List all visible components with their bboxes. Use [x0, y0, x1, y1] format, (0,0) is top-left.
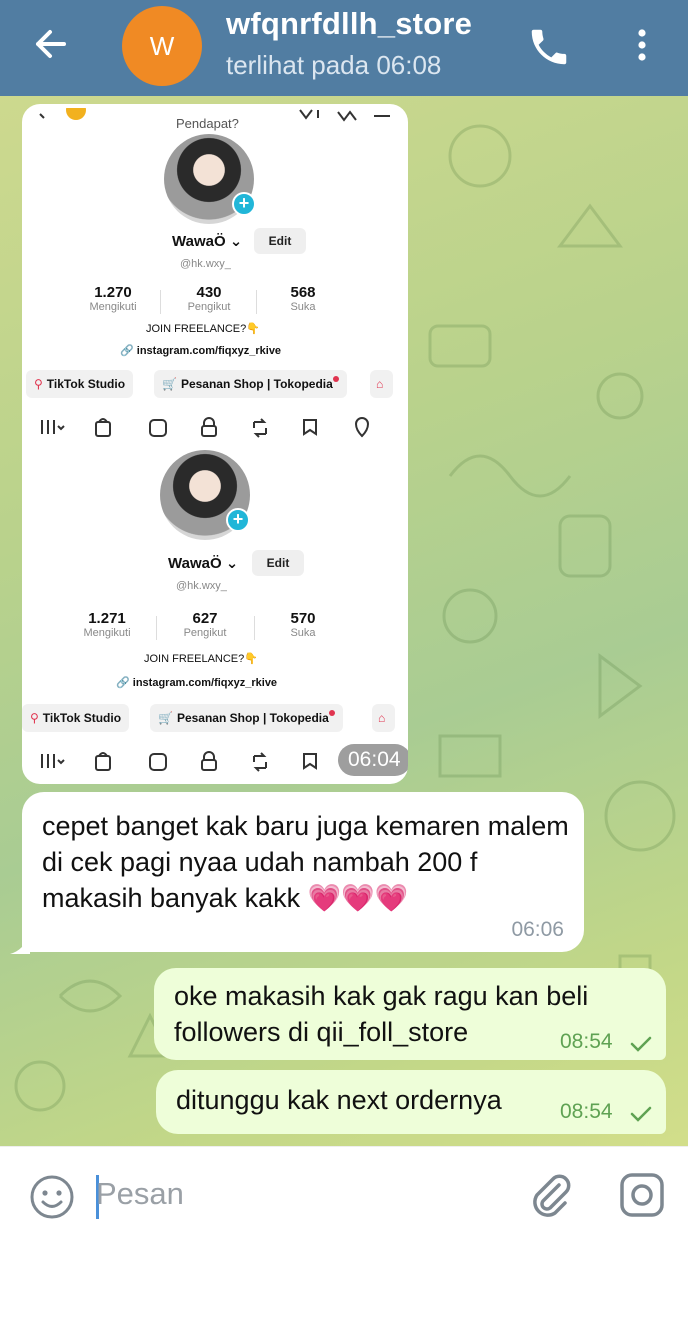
profile-name: WawaÖ ⌄: [172, 233, 243, 250]
avatar-letter: W: [149, 30, 175, 61]
emoji-icon[interactable]: [28, 1173, 76, 1221]
message-time: 08:54: [560, 1100, 613, 1123]
profile-bio: JOIN FREELANCE?👇: [146, 323, 260, 335]
profile-screenshot-bottom: + WawaÖ ⌄ Edit @hk.wxy_ 1.271 Mengikuti …: [22, 434, 408, 784]
read-check-icon: [630, 1036, 652, 1052]
stat-following: 1.270 Mengikuti: [89, 284, 137, 313]
paperclip-icon[interactable]: [526, 1171, 574, 1221]
profile-screenshot-top: Pendapat? + WawaÖ ⌄ Edit @hk.wxy_ 1.270 …: [22, 104, 408, 444]
profile-link: 🔗 instagram.com/fiqxyz_rkive: [116, 677, 278, 689]
stat-followers: 430 Pengikut: [187, 284, 231, 313]
profile-handle: @hk.wxy_: [180, 258, 231, 270]
chip-tiktok-studio: ⚲ TikTok Studio: [26, 370, 134, 398]
chip-more: ⌂: [370, 370, 394, 398]
outgoing-message[interactable]: oke makasih kak gak ragu kan beli follow…: [154, 968, 666, 1060]
chip-tiktok-studio: ⚲ TikTok Studio: [22, 704, 130, 732]
message-time: 08:54: [560, 1030, 613, 1053]
read-check-icon: [630, 1106, 652, 1122]
chip-tokopedia: 🛒 Pesanan Shop | Tokopedia: [154, 370, 347, 398]
stat-following: 1.271 Mengikuti: [83, 610, 131, 639]
last-seen-status: terlihat pada 06:08: [226, 50, 442, 80]
contact-avatar[interactable]: W: [122, 6, 202, 86]
message-text: cepet banget kak baru juga kemaren malem…: [42, 811, 569, 913]
chat-title[interactable]: wfqnrfdllh_store: [226, 6, 472, 42]
profile-bio: JOIN FREELANCE?👇: [144, 653, 258, 665]
profile-handle: @hk.wxy_: [176, 580, 227, 592]
top-right-icons: [299, 109, 390, 122]
message-input-bar: [0, 1146, 688, 1242]
edit-profile-button: Edit: [254, 228, 306, 254]
edit-profile-button: Edit: [252, 550, 304, 576]
profile-name: WawaÖ ⌄: [168, 555, 239, 572]
stat-likes: 570 Suka: [290, 610, 316, 639]
add-plus-icon: +: [226, 508, 250, 532]
phone-icon[interactable]: [526, 24, 572, 70]
message-input[interactable]: [96, 1169, 496, 1219]
camera-icon[interactable]: [618, 1171, 666, 1219]
add-plus-icon: +: [232, 192, 256, 216]
chip-more: ⌂: [372, 704, 396, 732]
incoming-message[interactable]: cepet banget kak baru juga kemaren malem…: [22, 792, 584, 952]
status-bar-fragment: [39, 108, 86, 120]
chat-header: W wfqnrfdllh_store terlihat pada 06:08: [0, 0, 688, 96]
stat-followers: 627 Pengikut: [183, 610, 227, 639]
back-arrow-icon[interactable]: [26, 24, 78, 64]
chat-area[interactable]: Pendapat? + WawaÖ ⌄ Edit @hk.wxy_ 1.270 …: [0, 96, 688, 1146]
chip-tokopedia: 🛒 Pesanan Shop | Tokopedia: [150, 704, 343, 732]
outgoing-message[interactable]: ditunggu kak next ordernya 08:54: [156, 1070, 666, 1134]
stat-likes: 568 Suka: [290, 284, 316, 313]
opinion-bubble: Pendapat?: [168, 114, 247, 133]
message-text: ditunggu kak next ordernya: [176, 1085, 502, 1115]
image-message[interactable]: Pendapat? + WawaÖ ⌄ Edit @hk.wxy_ 1.270 …: [22, 104, 408, 784]
message-time: 06:06: [511, 918, 564, 941]
more-vertical-icon[interactable]: [626, 24, 658, 70]
profile-link: 🔗 instagram.com/fiqxyz_rkive: [120, 345, 282, 357]
image-timestamp: 06:04: [338, 744, 408, 776]
